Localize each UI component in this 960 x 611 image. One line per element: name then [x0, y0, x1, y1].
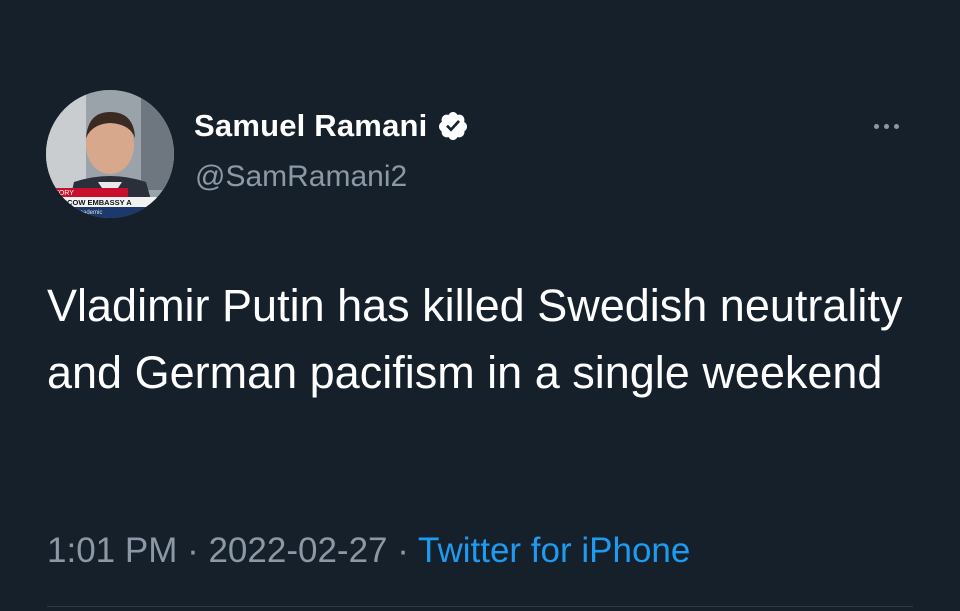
- divider: [47, 606, 913, 607]
- avatar-banner-caption: Academic: [76, 210, 102, 216]
- more-dot: [874, 123, 879, 129]
- tweet-source-link[interactable]: Twitter for iPhone: [418, 531, 690, 570]
- display-name[interactable]: Samuel Ramani: [194, 108, 427, 144]
- tweet-date[interactable]: 2022-02-27: [208, 531, 387, 570]
- tweet-meta: 1:01 PM · 2022-02-27 · Twitter for iPhon…: [47, 531, 690, 571]
- author-name-row: Samuel Ramani: [194, 108, 469, 144]
- more-dot: [894, 123, 899, 129]
- avatar-banner-story-text: STORY: [50, 190, 74, 197]
- more-dot: [884, 123, 889, 129]
- avatar-photo: STORY MOSCOW EMBASSY A Academic: [46, 90, 174, 218]
- author-handle[interactable]: @SamRamani2: [195, 160, 407, 194]
- tweet-time[interactable]: 1:01 PM: [47, 531, 177, 570]
- verified-badge-icon[interactable]: [437, 110, 469, 142]
- more-options-icon[interactable]: [874, 114, 914, 138]
- tweet-text: Vladimir Putin has killed Swedish neutra…: [47, 280, 903, 398]
- avatar-banner-headline: MOSCOW EMBASSY A: [50, 198, 132, 207]
- meta-separator: ·: [387, 531, 418, 570]
- avatar[interactable]: STORY MOSCOW EMBASSY A Academic: [46, 90, 174, 218]
- meta-separator: ·: [177, 531, 209, 570]
